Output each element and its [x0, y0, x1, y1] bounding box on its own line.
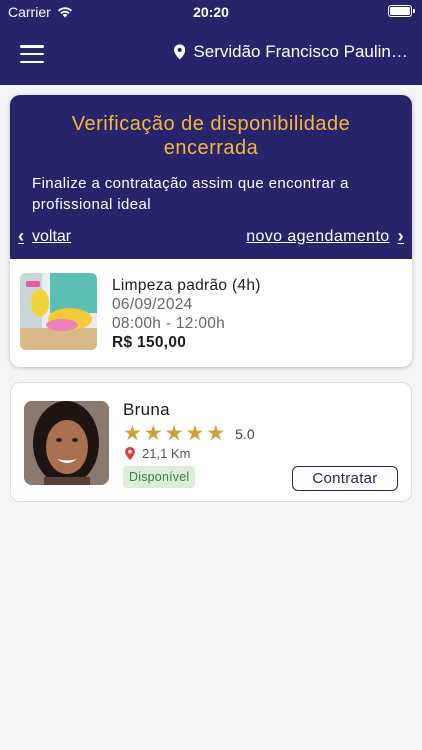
- rating-value: 5.0: [235, 425, 255, 442]
- service-hours: 08:00h - 12:00h: [112, 315, 226, 332]
- chevron-right-icon: ›: [397, 226, 404, 246]
- menu-line: [20, 52, 44, 56]
- status-bar: Carrier 20:20: [0, 0, 422, 24]
- new-booking-label: novo agendamento: [246, 227, 390, 245]
- availability-title: Verificação de disponibilidade encerrada: [71, 113, 351, 159]
- status-time: 20:20: [193, 4, 229, 20]
- distance-text: 21,1 Km: [142, 446, 191, 461]
- chevron-left-icon: ‹: [18, 226, 24, 246]
- cleaning-service-image: [20, 273, 97, 350]
- menu-line: [20, 45, 44, 48]
- star-icon: ★: [143, 422, 163, 445]
- star-icon: ★: [123, 422, 142, 445]
- map-pin-icon: [125, 447, 135, 460]
- location-text: Servidão Francisco Paulino ...: [193, 42, 408, 61]
- hamburger-menu-button[interactable]: [20, 44, 44, 64]
- rating-stars: ★ ★ ★ ★ ★ 5.0: [123, 421, 255, 446]
- top-nav-bar: Servidão Francisco Paulino ...: [0, 24, 422, 85]
- new-booking-link[interactable]: novo agendamento ›: [246, 226, 404, 247]
- availability-card: Verificação de disponibilidade encerrada…: [10, 95, 412, 367]
- distance-row: 21,1 Km: [125, 446, 190, 461]
- service-date: 06/09/2024: [112, 296, 193, 313]
- star-icon: ★: [164, 422, 184, 445]
- menu-line: [20, 60, 44, 63]
- hire-button[interactable]: Contratar: [292, 466, 398, 491]
- star-icon: ★: [206, 422, 226, 445]
- service-price: R$ 150,00: [112, 334, 187, 351]
- availability-banner: Verificação de disponibilidade encerrada…: [10, 95, 412, 259]
- location-selector[interactable]: Servidão Francisco Paulino ...: [174, 42, 408, 62]
- service-info: Limpeza padrão (4h) 06/09/2024 08:00h - …: [112, 276, 261, 352]
- availability-subtitle: Finalize a contratação assim que encontr…: [32, 175, 349, 213]
- professional-card[interactable]: Bruna ★ ★ ★ ★ ★ 5.0 21,1 Km Disponível C…: [10, 382, 412, 502]
- star-icon: ★: [185, 422, 205, 445]
- service-summary: Limpeza padrão (4h) 06/09/2024 08:00h - …: [10, 259, 412, 367]
- service-name: Limpeza padrão (4h): [112, 277, 261, 294]
- battery-icon: [388, 5, 415, 17]
- back-link[interactable]: ‹ voltar: [18, 226, 71, 247]
- availability-badge: Disponível: [123, 466, 196, 488]
- back-label: voltar: [32, 227, 72, 245]
- professional-avatar: [24, 401, 109, 485]
- location-pin-icon: [174, 44, 186, 60]
- professional-name: Bruna: [123, 400, 170, 419]
